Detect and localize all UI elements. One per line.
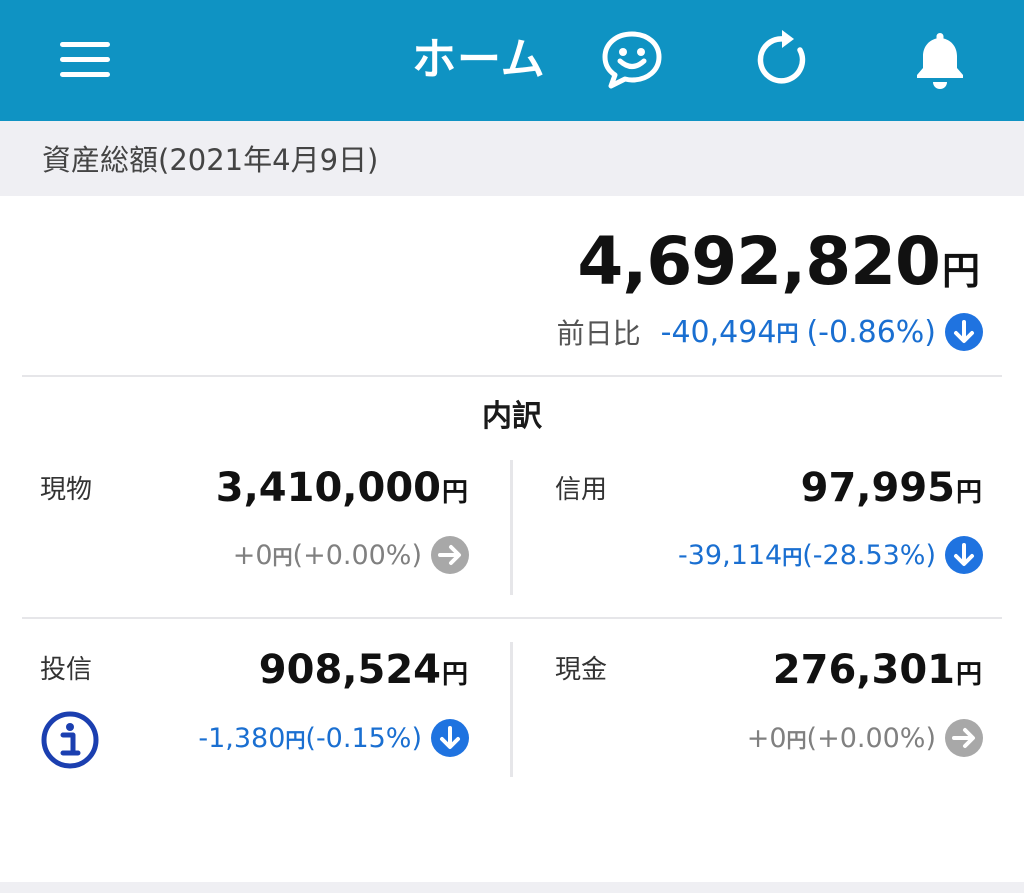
breakdown-value-unit: 円	[441, 478, 468, 508]
breakdown-label-spot: 現物	[40, 475, 93, 505]
breakdown-value-number: 908,524	[258, 647, 441, 693]
breakdown-value-unit: 円	[441, 660, 468, 690]
breakdown-value-number: 276,301	[772, 647, 955, 693]
divider	[22, 617, 1002, 619]
page-title: ホーム	[412, 34, 546, 85]
breakdown-diff-fund: -1,380 円 (-0.15%)	[198, 718, 470, 758]
arrow-down-circle-icon[interactable]	[430, 718, 470, 758]
breakdown-diff-percent: (-0.15%)	[305, 722, 422, 754]
total-assets: 4,692,820円	[577, 222, 980, 302]
total-diff-value: -40,494	[660, 314, 777, 350]
breakdown-value-unit: 円	[955, 478, 982, 508]
app-header: ホーム	[0, 0, 1024, 121]
total-assets-unit: 円	[941, 249, 980, 293]
arrow-down-circle-icon[interactable]	[944, 535, 984, 575]
breakdown-diff-margin: -39,114 円 (-28.53%)	[678, 535, 984, 575]
breakdown-diff-cash: +0 円 (+0.00%)	[747, 718, 984, 758]
breakdown-diff-unit: 円	[782, 544, 803, 569]
smiley-chat-icon[interactable]	[600, 28, 664, 92]
breakdown-diff-value: +0	[746, 722, 787, 754]
breakdown-label-cash: 現金	[555, 655, 608, 685]
breakdown-value-number: 3,410,000	[215, 465, 441, 511]
breakdown-label-fund: 投信	[40, 655, 93, 685]
breakdown-value-fund: 908,524円	[259, 644, 468, 704]
breakdown-diff-percent: (-28.53%)	[802, 539, 936, 571]
total-assets-value: 4,692,820	[577, 223, 941, 300]
breakdown-diff-percent: (+0.00%)	[292, 539, 422, 571]
breakdown-value-cash: 276,301円	[773, 644, 982, 704]
breakdown-diff-unit: 円	[285, 727, 306, 752]
arrow-right-circle-icon[interactable]	[944, 718, 984, 758]
breakdown-diff-value: -39,114	[678, 539, 783, 571]
bell-icon[interactable]	[908, 28, 972, 92]
breakdown-label-margin: 信用	[555, 475, 608, 505]
breakdown-value-number: 97,995	[800, 465, 955, 511]
breakdown-diff-unit: 円	[786, 727, 807, 752]
total-assets-date-label: 資産総額(2021年4月9日)	[42, 143, 379, 177]
arrow-right-circle-icon[interactable]	[430, 535, 470, 575]
info-icon[interactable]	[40, 710, 100, 770]
breakdown-diff-spot: +0 円 (+0.00%)	[233, 535, 470, 575]
refresh-icon[interactable]	[752, 28, 816, 92]
breakdown-diff-value: -1,380	[198, 722, 286, 754]
breakdown-value-spot: 3,410,000円	[216, 462, 468, 522]
diff-label: 前日比	[556, 317, 641, 350]
breakdown-diff-percent: (+0.00%)	[806, 722, 936, 754]
total-diff-row: 前日比 -40,494 円 (-0.86%)	[557, 310, 984, 354]
arrow-down-circle-icon[interactable]	[944, 312, 984, 352]
breakdown-value-margin: 97,995円	[801, 462, 982, 522]
total-diff-unit: 円	[776, 322, 799, 347]
divider-vertical	[510, 460, 513, 595]
bottom-bar	[0, 882, 1024, 893]
breakdown-diff-value: +0	[232, 539, 273, 571]
total-diff-percent: (-0.86%)	[806, 314, 936, 350]
breakdown-title: 内訳	[482, 399, 542, 434]
divider	[22, 375, 1002, 377]
divider-vertical	[510, 642, 513, 777]
breakdown-value-unit: 円	[955, 660, 982, 690]
breakdown-diff-unit: 円	[272, 544, 293, 569]
hamburger-menu-icon[interactable]	[58, 40, 112, 80]
